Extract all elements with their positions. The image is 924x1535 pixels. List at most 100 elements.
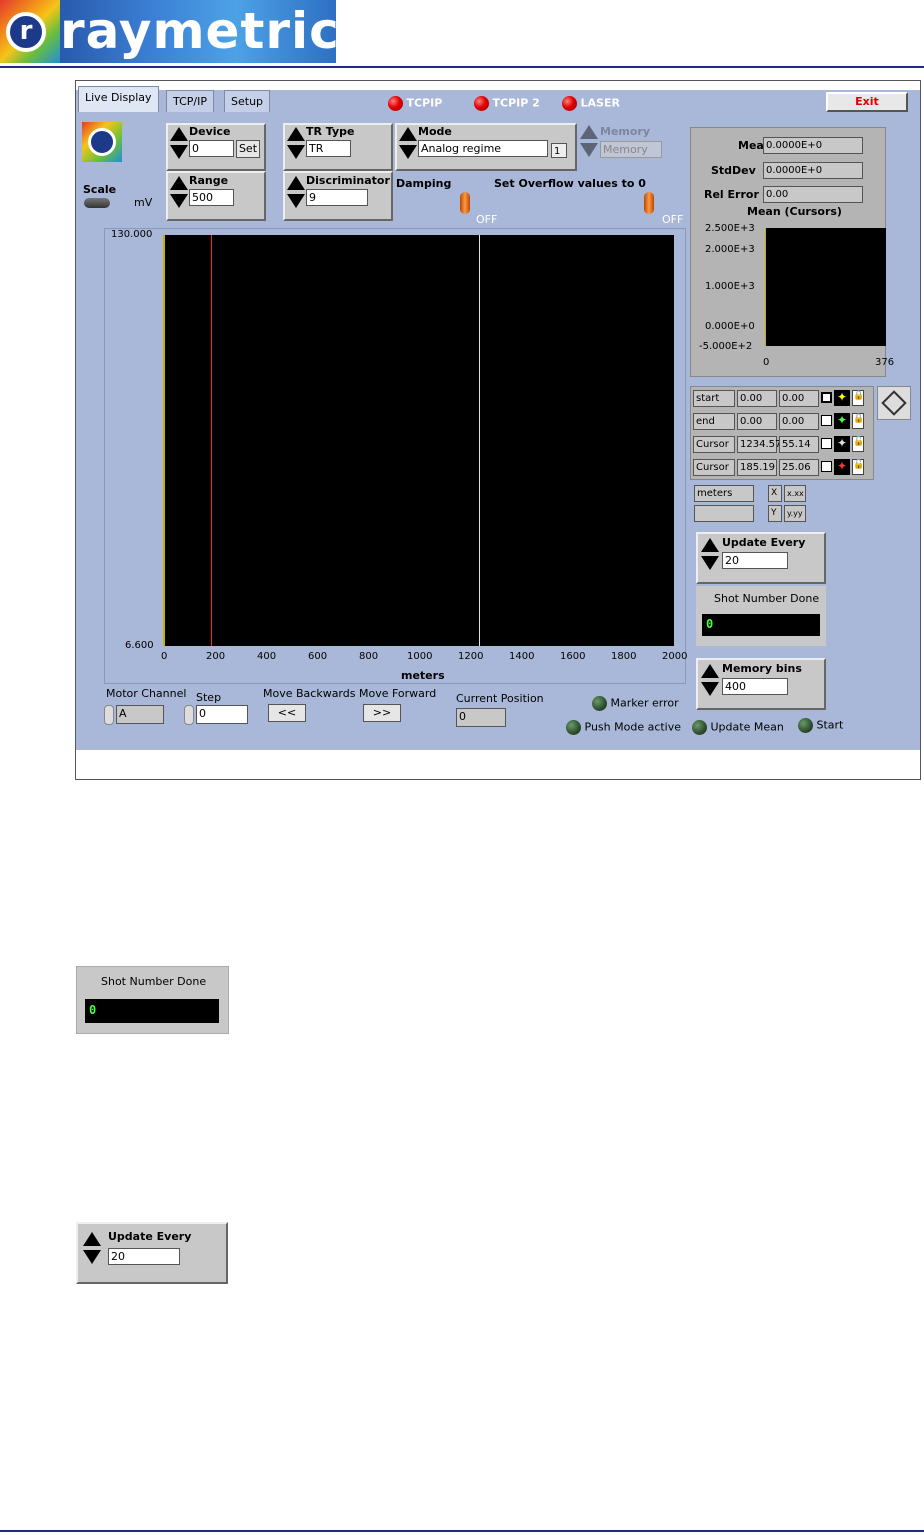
damping-toggle[interactable]: [460, 192, 470, 214]
y-format-button[interactable]: Y: [768, 505, 782, 522]
discriminator-control: Discriminator 9: [283, 171, 393, 221]
move-forward-button[interactable]: >>: [363, 704, 401, 722]
range-stepper[interactable]: [170, 176, 188, 208]
cursor-line-white[interactable]: [478, 235, 480, 646]
cursor-name[interactable]: Cursor: [693, 459, 735, 476]
cursor-name[interactable]: end: [693, 413, 735, 430]
mode-control: Mode Analog regime 1: [395, 123, 577, 171]
zoom-shot-display: 0: [85, 999, 219, 1023]
cursor-visible-checkbox[interactable]: [821, 438, 832, 449]
tr-type-input[interactable]: TR: [306, 140, 351, 157]
mean-value: 0.0000E+0: [763, 137, 863, 154]
tr-type-stepper[interactable]: [287, 127, 305, 159]
mode-stepper[interactable]: [399, 127, 417, 159]
cursor-style-icon[interactable]: ✦: [834, 390, 850, 406]
tab-setup[interactable]: Setup: [224, 90, 271, 112]
push-mode-indicator: Push Mode active: [566, 720, 681, 735]
move-backwards-button[interactable]: <<: [268, 704, 306, 722]
cursor-style-icon[interactable]: ✦: [834, 413, 850, 429]
exit-button[interactable]: Exit: [826, 92, 908, 112]
mode-select[interactable]: Analog regime: [418, 140, 548, 157]
cursor-move-pad[interactable]: [877, 386, 911, 420]
lock-icon[interactable]: 🔒: [852, 413, 864, 429]
mini-x-tick: 0: [763, 357, 770, 368]
cursor-style-icon[interactable]: ✦: [834, 459, 850, 475]
marker-error-label: Marker error: [610, 696, 679, 710]
zoom-update-every-stepper[interactable]: [83, 1232, 101, 1264]
plot-area[interactable]: [164, 235, 674, 646]
zoom-update-every-input[interactable]: 20: [108, 1248, 180, 1265]
mini-y-tick: 2.000E+3: [705, 244, 755, 255]
indicator-laser: LASER: [562, 96, 620, 111]
mean-cursors-chart[interactable]: [766, 228, 886, 346]
device-label: Device: [189, 125, 231, 138]
tab-tcpip[interactable]: TCP/IP: [166, 90, 214, 112]
y-precision-button[interactable]: y.yy: [784, 505, 806, 522]
lock-icon[interactable]: 🔒: [852, 390, 864, 406]
cursor-y[interactable]: 0.00: [779, 413, 819, 430]
memory-bins-label: Memory bins: [722, 662, 802, 675]
unlock-icon[interactable]: 🔓: [852, 459, 864, 475]
x-precision-button[interactable]: x.xx: [784, 485, 806, 502]
range-input[interactable]: 500: [189, 189, 234, 206]
memory-stepper[interactable]: [580, 125, 598, 157]
relerror-value: 0.00: [763, 186, 863, 203]
marker-error-led-icon: [592, 696, 607, 711]
step-stepper[interactable]: [184, 705, 194, 725]
cursor-y[interactable]: 55.14: [779, 436, 819, 453]
mini-chart-title: Mean (Cursors): [747, 205, 842, 218]
y-tick-max: 130.000: [111, 229, 153, 240]
cursor-line-red[interactable]: [211, 235, 213, 646]
tab-live-display[interactable]: Live Display: [78, 86, 159, 112]
y-unit-field[interactable]: [694, 505, 754, 522]
motor-channel-select[interactable]: A: [116, 705, 164, 724]
y-axis-line: [163, 235, 165, 646]
memory-bins-control: Memory bins 400: [696, 658, 826, 710]
mini-y-tick: 1.000E+3: [705, 281, 755, 292]
cursor-x[interactable]: 1234.57: [737, 436, 781, 453]
tcpip2-led-icon: [474, 96, 489, 111]
update-every-stepper[interactable]: [701, 538, 719, 570]
scale-unit: mV: [134, 196, 153, 209]
step-input[interactable]: 0: [196, 705, 248, 724]
cursor-y[interactable]: 0.00: [779, 390, 819, 407]
x-tick: 200: [206, 651, 226, 662]
cursor-name[interactable]: start: [693, 390, 735, 407]
x-unit-field[interactable]: meters: [694, 485, 754, 502]
marker-error-indicator: Marker error: [592, 696, 679, 711]
memory-control: Memory Memory: [578, 123, 688, 171]
discriminator-stepper[interactable]: [287, 176, 305, 208]
cursor-x[interactable]: 0.00: [737, 390, 777, 407]
x-format-button[interactable]: X: [768, 485, 782, 502]
scale-toggle[interactable]: [84, 198, 110, 208]
memory-bins-input[interactable]: 400: [722, 678, 788, 695]
memory-input[interactable]: Memory: [600, 141, 662, 158]
set-button[interactable]: Set: [236, 140, 260, 158]
push-mode-label: Push Mode active: [584, 720, 682, 734]
cursor-visible-checkbox[interactable]: [821, 415, 832, 426]
laser-led-icon: [562, 96, 577, 111]
cursor-visible-checkbox[interactable]: [821, 461, 832, 472]
shot-number-display: 0: [702, 614, 820, 636]
header-rule: [0, 66, 924, 68]
motor-channel-stepper[interactable]: [104, 705, 114, 725]
cursor-x[interactable]: 185.19: [737, 459, 777, 476]
indicator-label: TCPIP: [406, 96, 443, 110]
x-tick: 0: [161, 651, 168, 662]
update-mean-led-icon: [692, 720, 707, 735]
memory-label: Memory: [600, 125, 651, 138]
unlock-icon[interactable]: 🔓: [852, 436, 864, 452]
mini-y-tick: 0.000E+0: [705, 321, 755, 332]
device-input[interactable]: 0: [189, 140, 234, 157]
overflow-toggle[interactable]: [644, 192, 654, 214]
cursor-y[interactable]: 25.06: [779, 459, 819, 476]
discriminator-input[interactable]: 9: [306, 189, 368, 206]
device-stepper[interactable]: [170, 127, 188, 159]
cursor-name[interactable]: Cursor: [693, 436, 735, 453]
cursor-style-icon[interactable]: ✦: [834, 436, 850, 452]
tr-type-control: TR Type TR: [283, 123, 393, 171]
cursor-x[interactable]: 0.00: [737, 413, 777, 430]
cursor-visible-checkbox[interactable]: [821, 392, 832, 403]
memory-bins-stepper[interactable]: [701, 664, 719, 696]
update-every-input[interactable]: 20: [722, 552, 788, 569]
